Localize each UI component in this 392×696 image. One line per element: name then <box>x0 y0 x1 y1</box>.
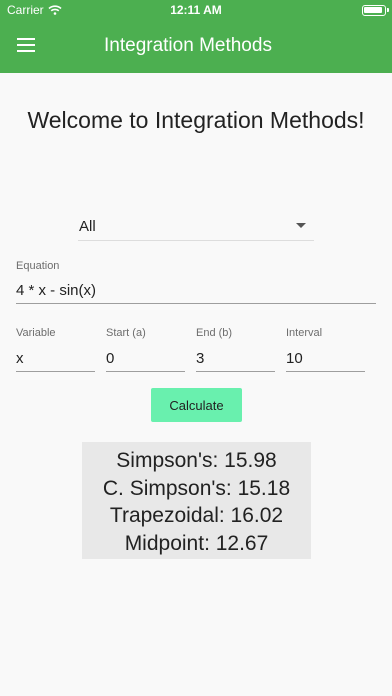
clock: 12:11 AM <box>170 3 222 17</box>
end-label: End (b) <box>196 327 233 339</box>
app-bar: Carrier 12:11 AM Integration Methods <box>0 0 392 73</box>
method-dropdown-value: All <box>79 218 96 235</box>
start-field[interactable]: Start (a) <box>106 327 185 372</box>
results-panel: Simpson's: 15.98 C. Simpson's: 15.18 Tra… <box>82 442 311 559</box>
equation-field[interactable]: Equation <box>16 260 376 304</box>
midpoint-result: Midpoint: 12.67 <box>124 531 269 555</box>
interval-label: Interval <box>286 327 323 339</box>
composite-simpson-result: C. Simpson's: 15.18 <box>102 476 291 500</box>
equation-input[interactable] <box>16 282 376 299</box>
method-dropdown[interactable]: All <box>78 212 314 241</box>
menu-icon <box>17 38 35 40</box>
interval-field[interactable]: Interval <box>286 327 365 372</box>
variable-input[interactable] <box>16 350 95 367</box>
end-input[interactable] <box>196 350 275 367</box>
variable-label: Variable <box>16 327 56 339</box>
app-title: Integration Methods <box>104 35 272 56</box>
dropdown-arrow-icon <box>296 223 306 228</box>
status-bar: Carrier 12:11 AM <box>0 0 392 20</box>
simpson-result: Simpson's: 15.98 <box>116 449 277 472</box>
equation-label: Equation <box>16 260 60 272</box>
start-label: Start (a) <box>106 327 146 339</box>
variable-field[interactable]: Variable <box>16 327 95 372</box>
end-field[interactable]: End (b) <box>196 327 275 372</box>
menu-button[interactable] <box>17 37 37 53</box>
trapezoidal-result: Trapezoidal: 16.02 <box>109 504 284 527</box>
start-input[interactable] <box>106 350 185 367</box>
welcome-heading: Welcome to Integration Methods! <box>27 107 365 133</box>
calculate-button[interactable]: Calculate <box>151 388 242 422</box>
battery-icon <box>362 5 389 16</box>
interval-input[interactable] <box>286 350 365 367</box>
